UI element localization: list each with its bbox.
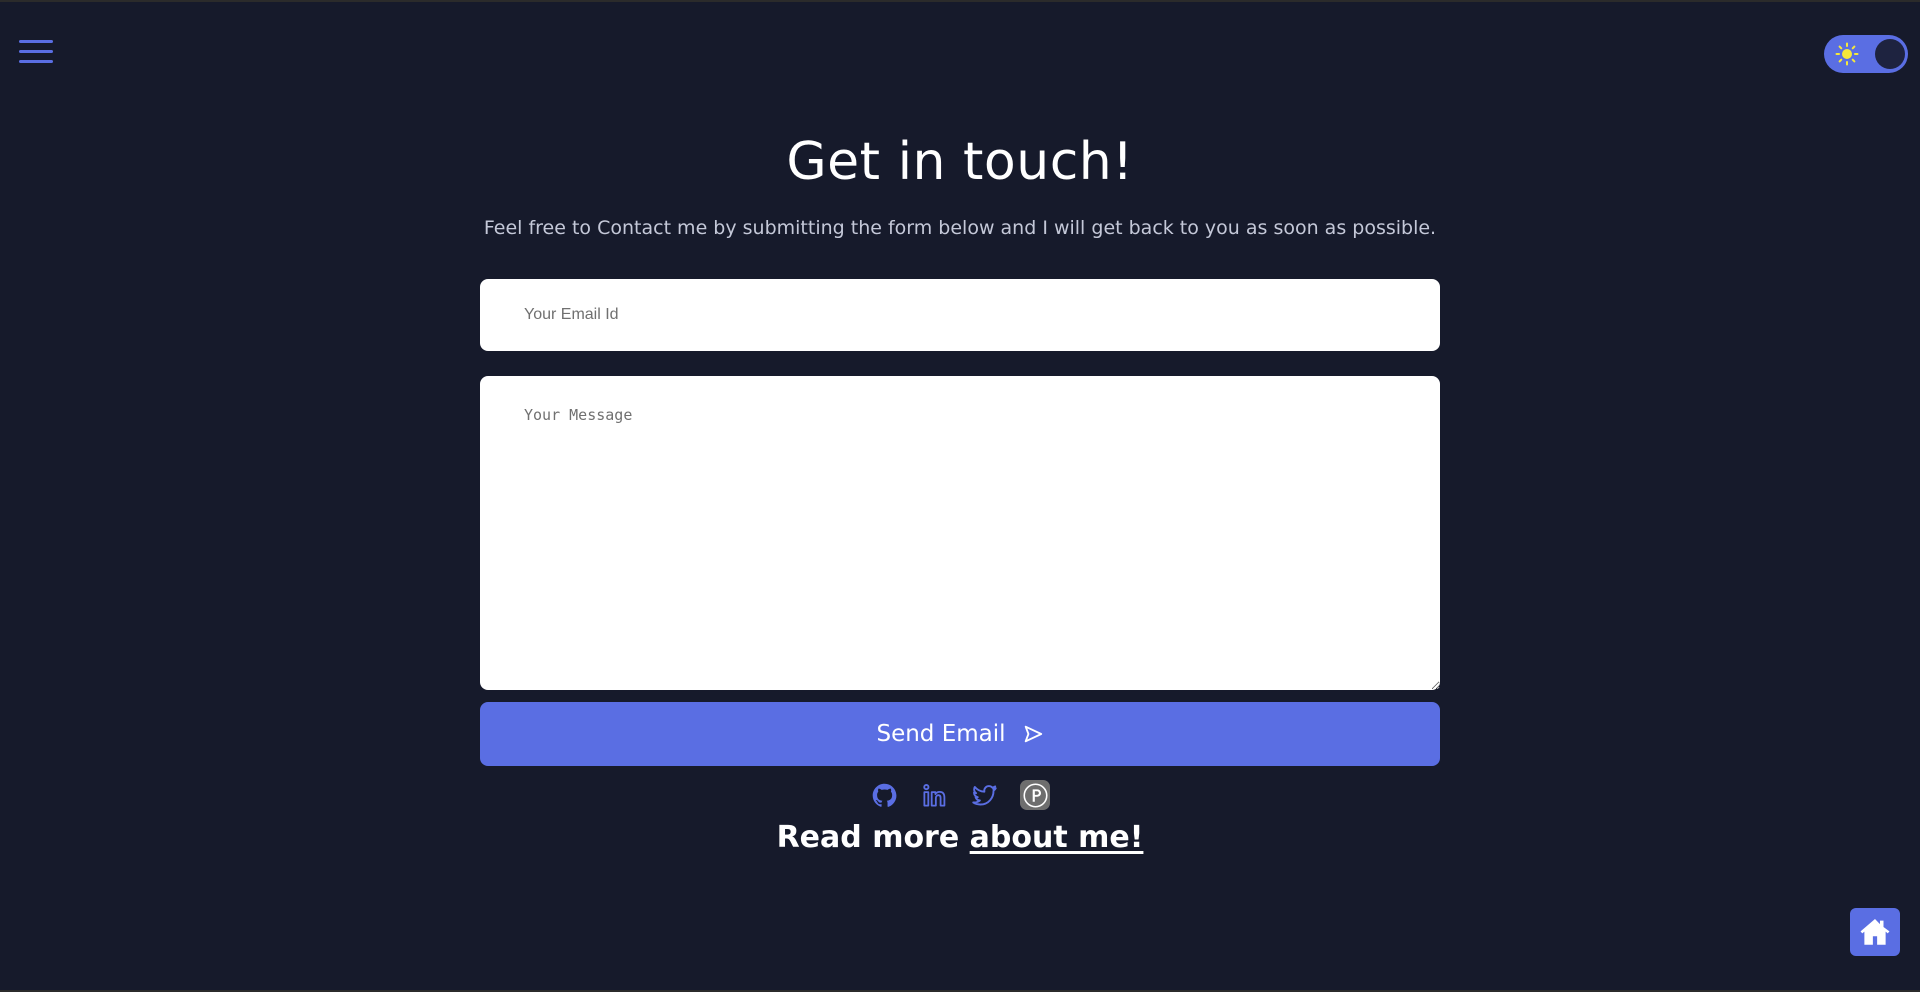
twitter-icon <box>971 784 997 805</box>
read-more-prefix: Read more <box>776 820 970 855</box>
about-me-link[interactable]: about me! <box>970 820 1144 855</box>
send-arrow-icon <box>1024 725 1042 743</box>
hamburger-menu-icon[interactable] <box>19 40 53 64</box>
producthunt-icon <box>1022 782 1048 808</box>
social-links <box>860 778 1060 812</box>
github-link[interactable] <box>870 781 898 809</box>
send-email-label: Send Email <box>876 721 1006 747</box>
page-title: Get in touch! <box>786 132 1134 192</box>
sun-icon <box>1835 42 1859 66</box>
linkedin-icon <box>922 783 945 807</box>
menu-bar <box>19 40 53 43</box>
home-button[interactable] <box>1850 908 1900 956</box>
contact-page: Get in touch! Feel free to Contact me by… <box>0 2 1920 990</box>
read-more: Read more about me! <box>0 820 1920 855</box>
twitter-link[interactable] <box>970 781 998 809</box>
email-field[interactable] <box>480 279 1440 351</box>
theme-toggle[interactable] <box>1824 35 1908 73</box>
message-field[interactable] <box>480 376 1440 690</box>
github-icon <box>872 783 896 807</box>
linkedin-link[interactable] <box>920 781 948 809</box>
toggle-knob <box>1875 39 1905 69</box>
home-icon <box>1860 918 1890 945</box>
send-email-button[interactable]: Send Email <box>480 702 1440 766</box>
menu-bar <box>19 60 53 63</box>
page-subtitle: Feel free to Contact me by submitting th… <box>483 217 1437 239</box>
producthunt-link[interactable] <box>1020 780 1050 810</box>
menu-bar <box>19 50 53 53</box>
